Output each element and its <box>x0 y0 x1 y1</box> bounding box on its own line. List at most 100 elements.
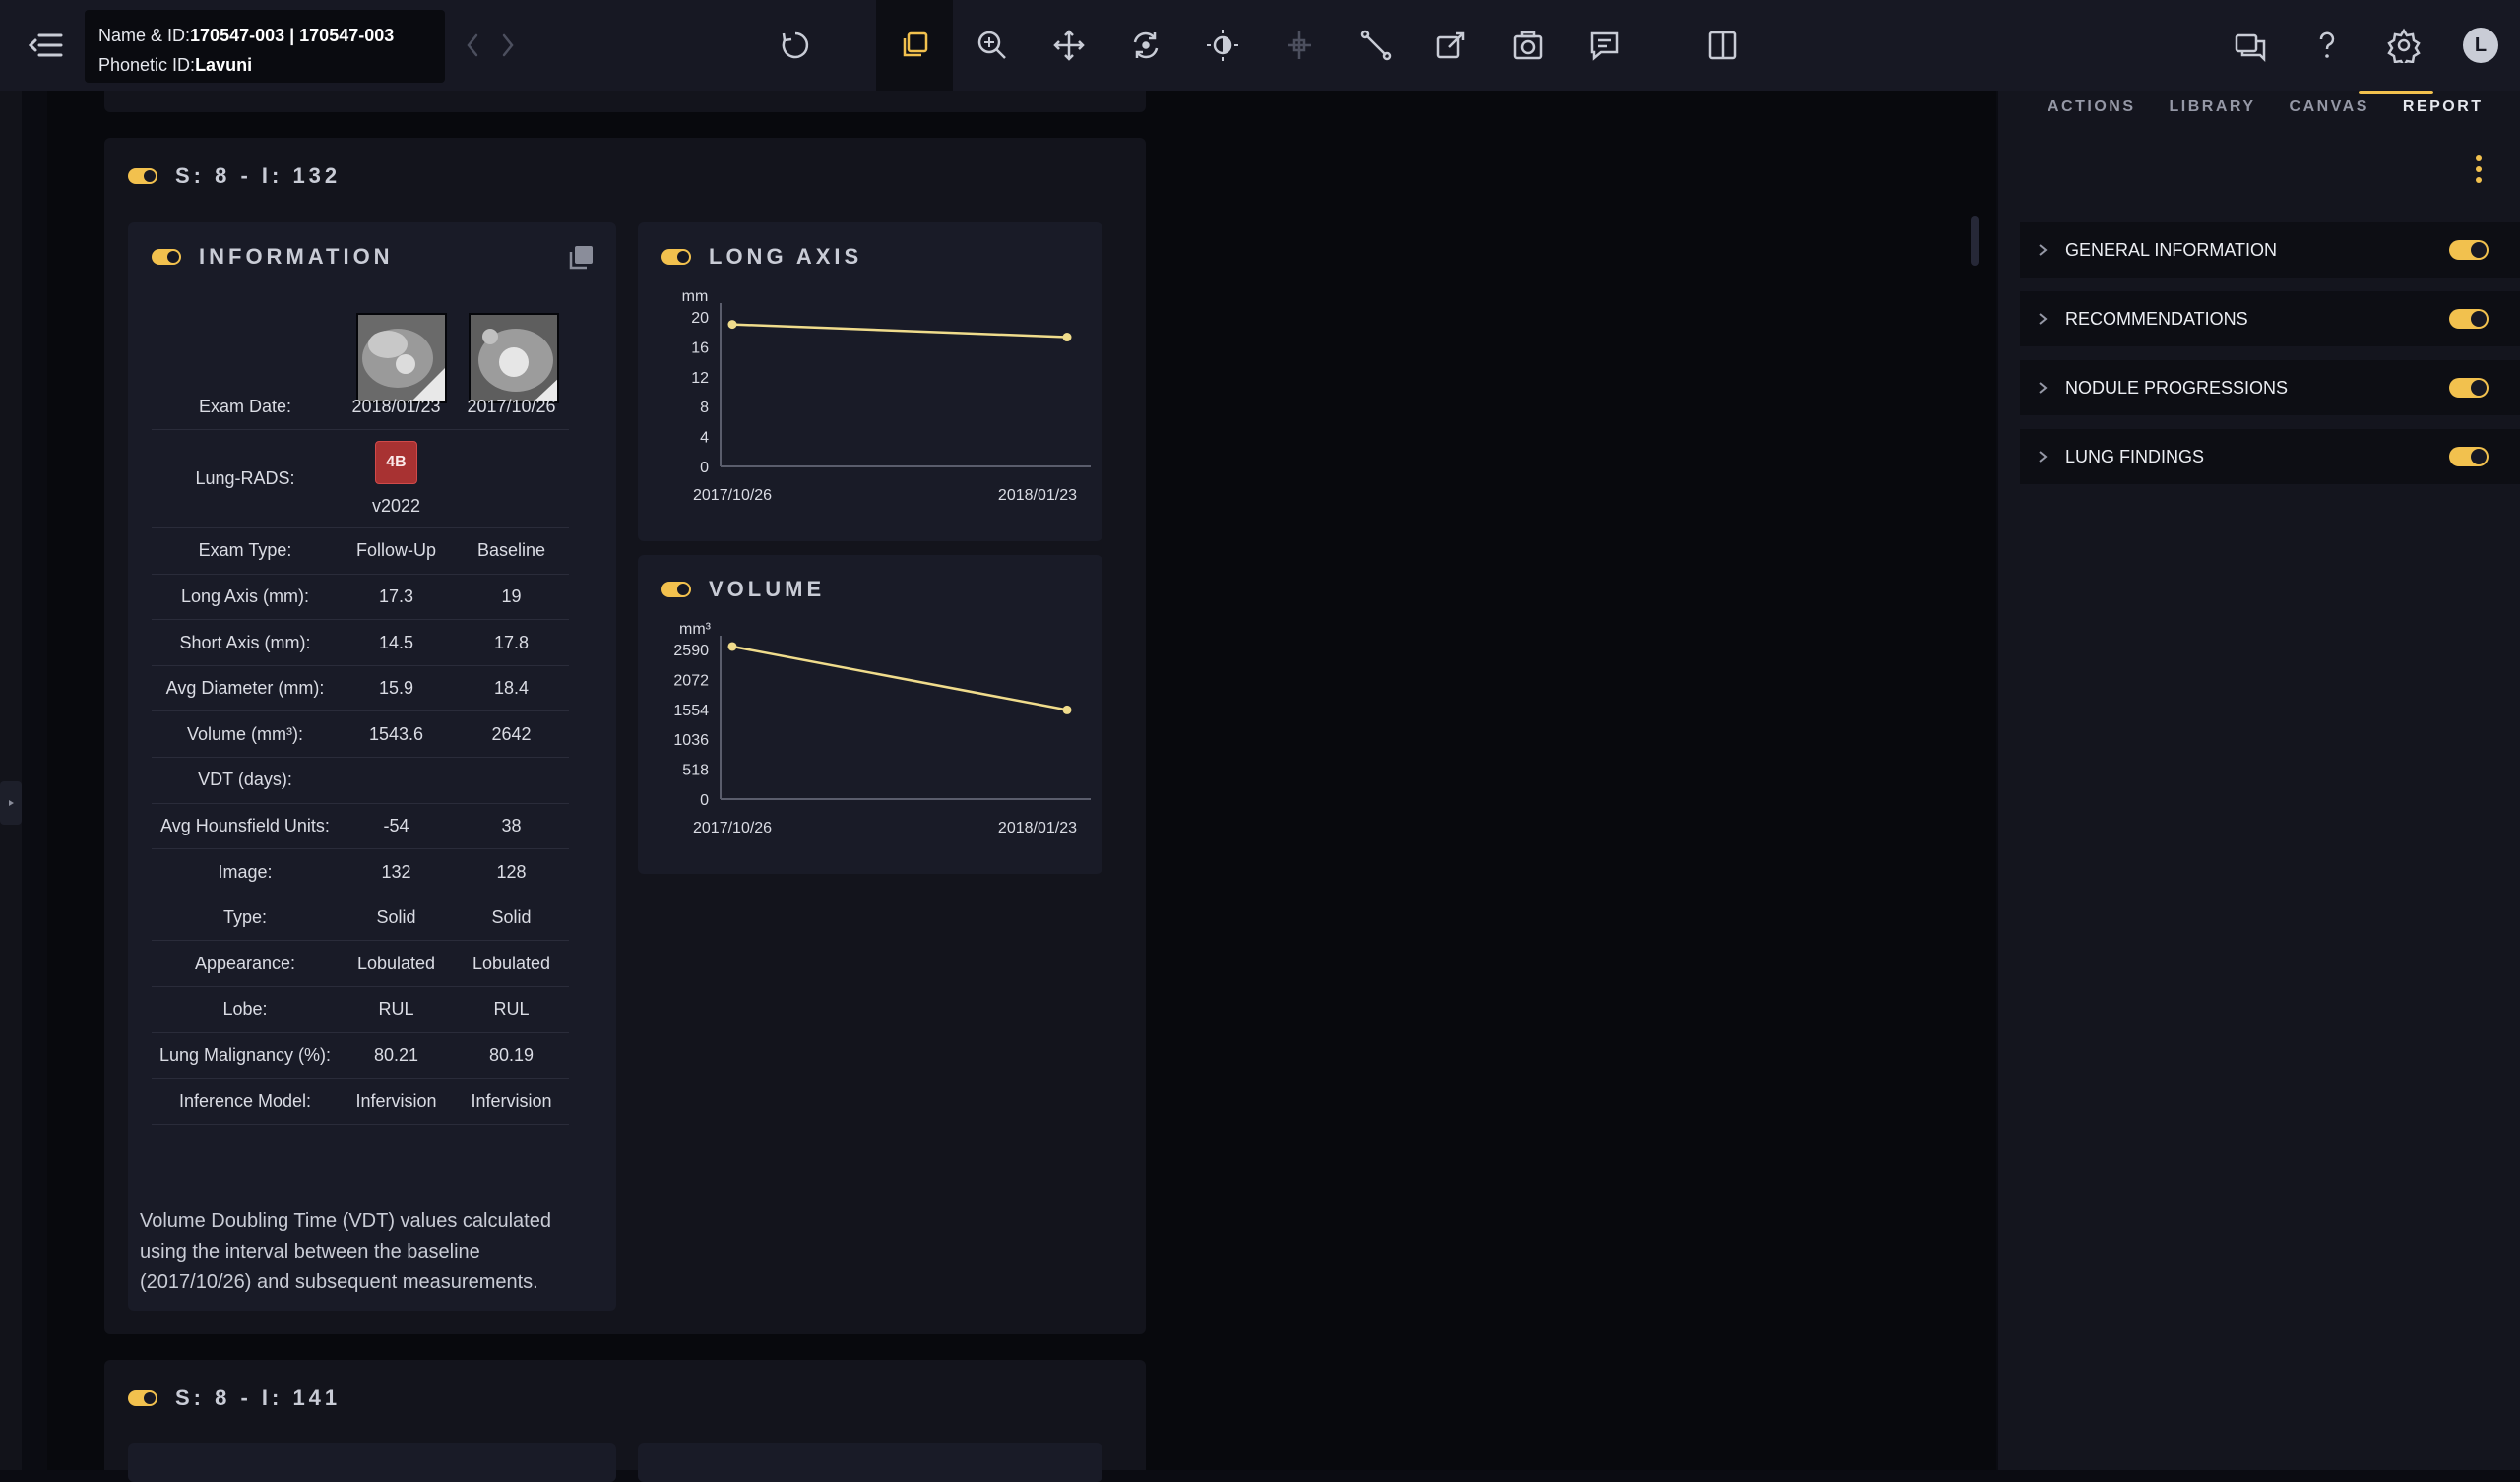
zoom-icon[interactable] <box>967 20 1018 71</box>
left-panel-toggle[interactable] <box>0 781 22 825</box>
crosshair-icon[interactable] <box>1274 20 1325 71</box>
row-label: Lobe: <box>152 986 339 1033</box>
split-view-icon[interactable] <box>1697 20 1748 71</box>
tab-canvas[interactable]: CANVAS <box>2290 98 2369 128</box>
table-row: Lung-RADS: 4B v2022 <box>152 429 569 529</box>
nodule-info-table: Exam Date: 2018/01/23 2017/10/26 Lung-RA… <box>152 384 569 1125</box>
data-point <box>727 642 737 651</box>
table-row: Long Axis (mm): 17.3 19 <box>152 574 569 621</box>
lungrads-version: v2022 <box>371 496 421 517</box>
section-recommendations[interactable]: RECOMMENDATIONS <box>2020 291 2520 346</box>
section-general-information[interactable]: GENERAL INFORMATION <box>2020 222 2520 278</box>
row-value-a: 1543.6 <box>339 710 454 759</box>
row-label: VDT (days): <box>152 757 339 804</box>
table-row: Exam Type: Follow-Up Baseline <box>152 527 569 575</box>
ruler-icon[interactable] <box>1351 20 1402 71</box>
rotate-icon[interactable] <box>1120 20 1171 71</box>
row-value-a: RUL <box>339 986 454 1033</box>
help-icon[interactable] <box>2301 20 2353 71</box>
comment-icon[interactable] <box>1579 20 1630 71</box>
active-tab-indicator <box>2359 91 2433 94</box>
settings-icon[interactable] <box>2378 20 2429 71</box>
y-tick-label: 16 <box>691 340 709 356</box>
data-point <box>727 320 737 330</box>
information-toggle[interactable] <box>152 249 181 265</box>
volume-toggle[interactable] <box>662 582 691 597</box>
row-value-b: RUL <box>454 986 569 1033</box>
y-tick-label: 8 <box>700 400 709 416</box>
nodule-toggle[interactable] <box>128 168 158 184</box>
exam-date-a: 2018/01/23 <box>339 384 454 431</box>
row-value-b: 128 <box>454 848 569 895</box>
section-toggle[interactable] <box>2449 378 2488 398</box>
table-row: Exam Date: 2018/01/23 2017/10/26 <box>152 384 569 431</box>
row-label: Inference Model: <box>152 1078 339 1125</box>
row-value-a: 132 <box>339 848 454 895</box>
long-axis-panel <box>638 1443 1102 1482</box>
reset-icon[interactable] <box>770 20 821 71</box>
table-row: Appearance: Lobulated Lobulated <box>152 940 569 988</box>
tab-report[interactable]: REPORT <box>2403 98 2484 128</box>
y-tick-label: 0 <box>700 460 709 476</box>
section-nodule-progressions[interactable]: NODULE PROGRESSIONS <box>2020 360 2520 415</box>
chat-icon[interactable] <box>2225 20 2276 71</box>
row-value-a: Infervision <box>339 1078 454 1125</box>
section-label: NODULE PROGRESSIONS <box>2065 377 2289 398</box>
y-tick-label: 1036 <box>673 732 709 749</box>
row-value-b: Solid <box>454 895 569 942</box>
long-axis-title: LONG AXIS <box>709 244 863 269</box>
section-lung-findings[interactable]: LUNG FINDINGS <box>2020 429 2520 484</box>
contrast-icon[interactable] <box>1197 20 1248 71</box>
stack-icon[interactable] <box>876 0 953 91</box>
row-label: Type: <box>152 895 339 942</box>
x-tick-label: 2017/10/26 <box>693 820 772 836</box>
information-panel <box>128 1443 616 1482</box>
annotate-icon[interactable] <box>1425 20 1477 71</box>
pan-icon[interactable] <box>1043 20 1095 71</box>
row-label: Avg Diameter (mm): <box>152 665 339 712</box>
y-axis-unit: mm <box>682 288 709 305</box>
row-value-b: Infervision <box>454 1078 569 1125</box>
section-toggle[interactable] <box>2449 240 2488 260</box>
row-value-a: 14.5 <box>339 619 454 666</box>
lungrads-badge: 4B <box>375 441 417 485</box>
user-avatar[interactable]: L <box>2463 28 2498 63</box>
chevron-right-icon <box>2039 382 2048 394</box>
volume-title: VOLUME <box>709 577 826 601</box>
scrollbar-thumb[interactable] <box>1971 216 1979 266</box>
tab-library[interactable]: LIBRARY <box>2170 98 2256 128</box>
section-toggle[interactable] <box>2449 447 2488 466</box>
tab-actions[interactable]: ACTIONS <box>2048 98 2136 128</box>
more-options-icon[interactable] <box>2473 154 2485 185</box>
nodule-title: S: 8 - I: 132 <box>175 163 342 188</box>
copy-icon[interactable] <box>567 244 595 272</box>
row-value-a: Lobulated <box>339 940 454 988</box>
row-label: Long Axis (mm): <box>152 574 339 621</box>
series-line <box>731 645 1068 711</box>
long-axis-toggle[interactable] <box>662 249 691 265</box>
row-value-b: Lobulated <box>454 940 569 988</box>
table-row: Short Axis (mm): 14.5 17.8 <box>152 619 569 666</box>
section-toggle[interactable] <box>2449 309 2488 329</box>
volume-chart: mm³ 0 518 1036 1554 2072 2590 2017/10/26 2018/01… <box>673 621 1091 836</box>
menu-icon[interactable] <box>28 28 67 63</box>
table-row: Volume (mm³): 1543.6 2642 <box>152 710 569 759</box>
capture-icon[interactable] <box>1502 20 1553 71</box>
row-value-b: 80.19 <box>454 1032 569 1080</box>
chevron-right-icon <box>2039 244 2048 256</box>
row-value-b: 38 <box>454 803 569 850</box>
section-label: GENERAL INFORMATION <box>2065 239 2278 260</box>
series-line <box>731 323 1068 339</box>
y-tick-label: 4 <box>700 430 709 447</box>
y-tick-label: 20 <box>691 310 709 327</box>
name-value: 170547-003 | 170547-003 <box>190 26 395 45</box>
row-label: Image: <box>152 848 339 895</box>
row-value-a: 17.3 <box>339 574 454 621</box>
nodule-toggle[interactable] <box>128 1390 158 1406</box>
next-arrow-icon <box>502 33 514 57</box>
y-tick-label: 1554 <box>673 703 709 719</box>
left-gutter <box>0 91 22 1470</box>
row-value-a: Solid <box>339 895 454 942</box>
table-row: Lobe: RUL RUL <box>152 986 569 1033</box>
previous-nodule-card <box>104 91 1146 112</box>
